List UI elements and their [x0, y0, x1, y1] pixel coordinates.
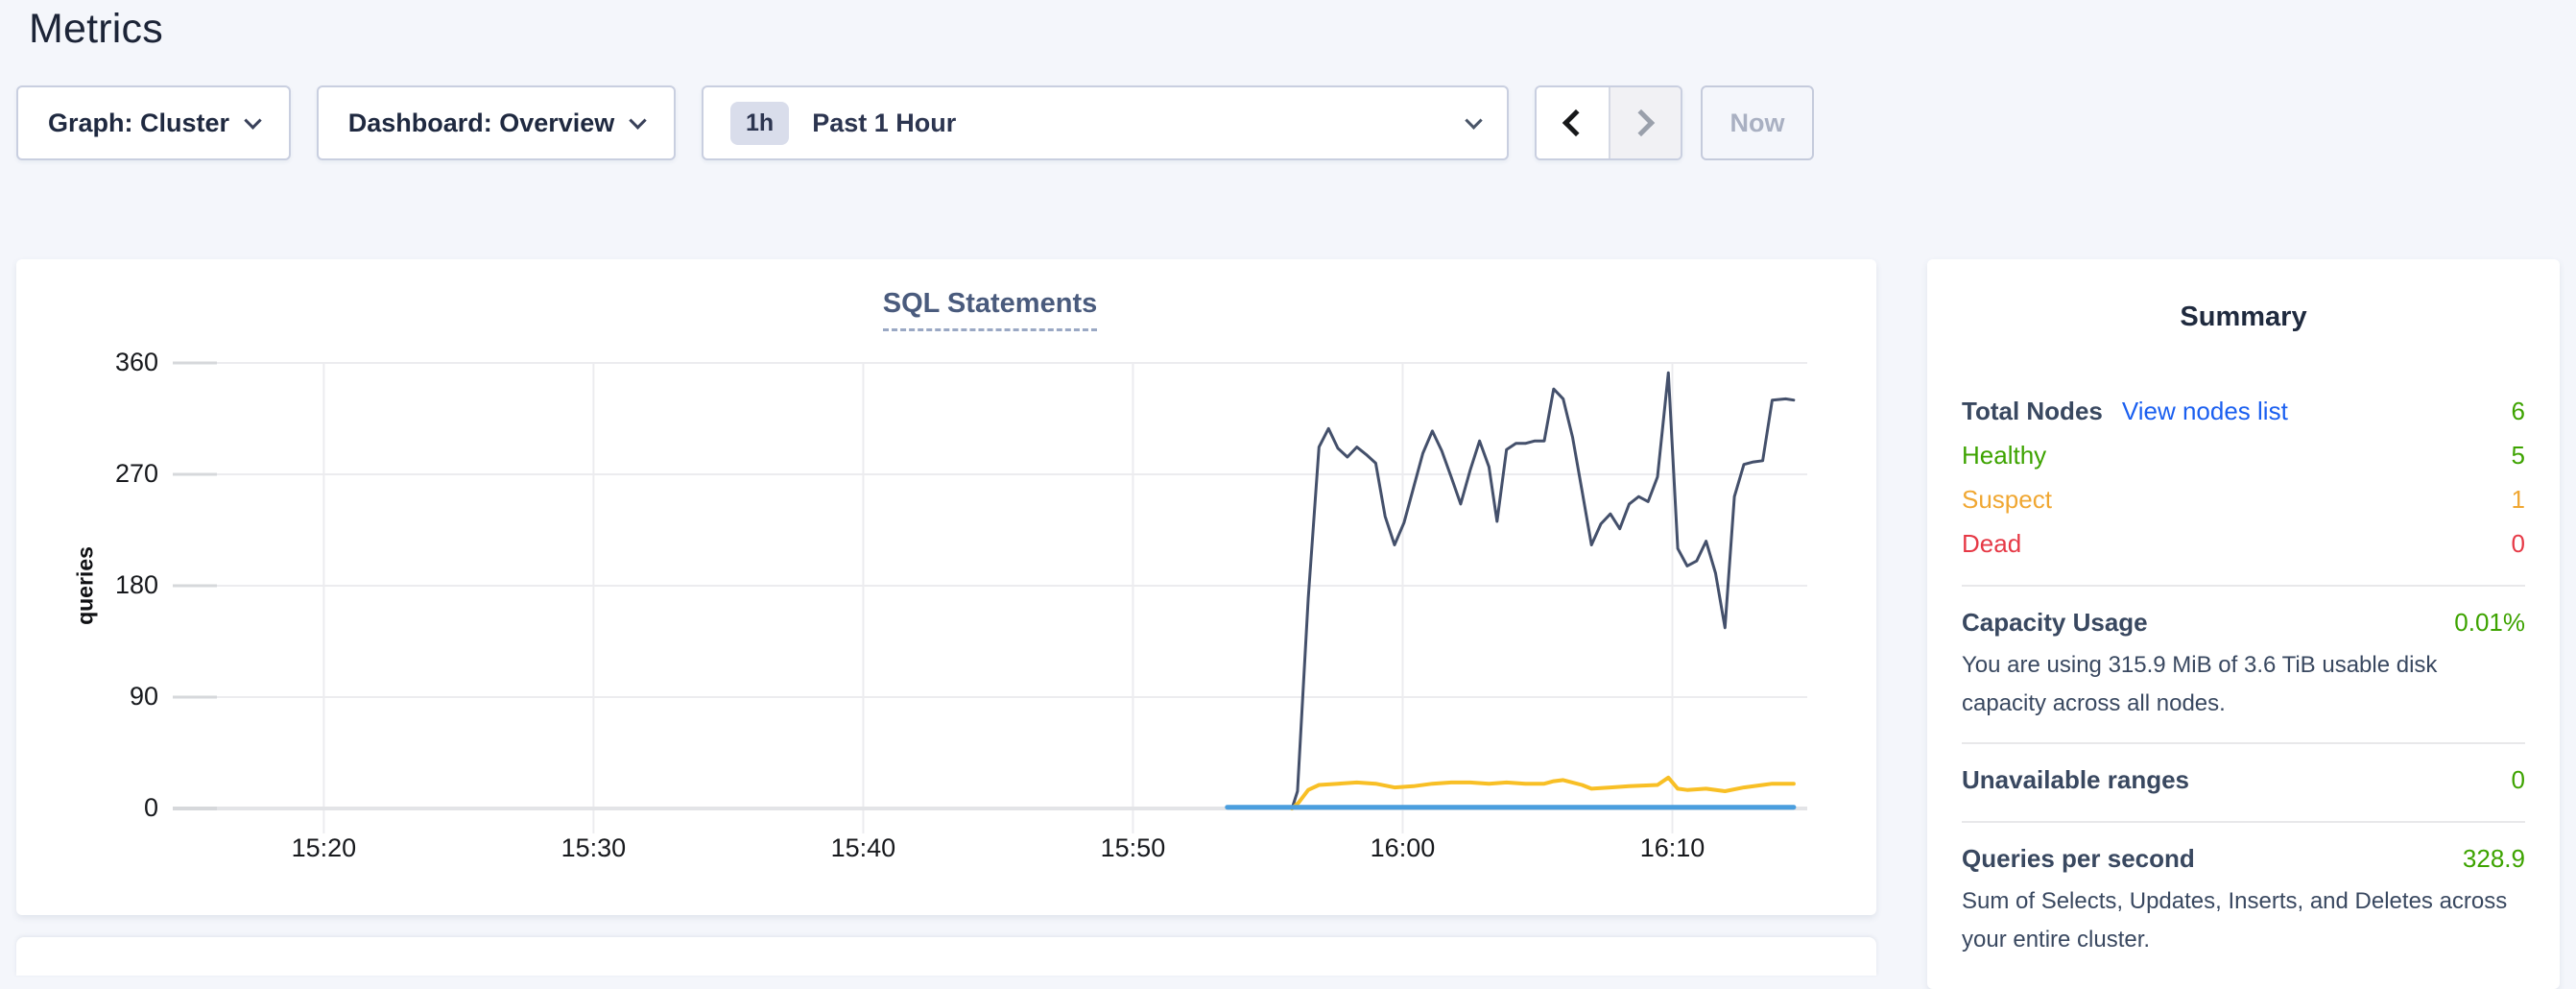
qps-section: Queries per second 328.9 Sum of Selects,… — [1962, 823, 2525, 959]
time-back-button[interactable] — [1537, 87, 1609, 158]
now-button[interactable]: Now — [1701, 85, 1814, 160]
total-nodes-label: Total Nodes — [1962, 397, 2103, 426]
healthy-label: Healthy — [1962, 441, 2046, 470]
view-nodes-list-link[interactable]: View nodes list — [2122, 397, 2288, 426]
dead-nodes-row: Dead 0 — [1962, 521, 2525, 566]
sql-statements-chart-card: SQL Statements queries 15:2015:3015:4015… — [16, 259, 1876, 915]
y-tick-label: 360 — [34, 348, 158, 377]
chart-title[interactable]: SQL Statements — [883, 288, 1097, 331]
qps-label: Queries per second — [1962, 844, 2195, 874]
x-tick-label: 16:00 — [1335, 833, 1469, 863]
unavailable-ranges-label: Unavailable ranges — [1962, 765, 2189, 795]
graph-dropdown-label: Graph: Cluster — [48, 109, 229, 138]
suspect-label: Suspect — [1962, 485, 2052, 515]
summary-title: Summary — [1962, 302, 2525, 333]
chevron-down-icon — [630, 111, 647, 129]
x-tick-label: 15:20 — [256, 833, 391, 863]
chevron-right-icon — [1628, 109, 1655, 136]
y-tick-label: 90 — [34, 682, 158, 712]
dashboard-dropdown[interactable]: Dashboard: Overview — [317, 85, 676, 160]
unavailable-ranges-value: 0 — [2512, 765, 2525, 795]
time-range-picker[interactable]: 1h Past 1 Hour — [702, 85, 1509, 160]
y-tick-label: 0 — [34, 793, 158, 823]
x-tick-label: 15:40 — [796, 833, 930, 863]
chart-plot[interactable] — [173, 363, 1807, 808]
total-nodes-row: Total Nodes View nodes list 6 — [1962, 389, 2525, 433]
y-tick-label: 270 — [34, 459, 158, 489]
x-tick-label: 15:30 — [526, 833, 660, 863]
healthy-value: 5 — [2512, 441, 2525, 470]
unavailable-ranges-section: Unavailable ranges 0 — [1962, 744, 2525, 802]
chevron-down-icon — [244, 111, 261, 129]
series-dark-blue — [1292, 373, 1794, 808]
suspect-nodes-row: Suspect 1 — [1962, 477, 2525, 521]
capacity-usage-label: Capacity Usage — [1962, 608, 2148, 638]
time-range-label: Past 1 Hour — [812, 109, 956, 138]
node-status-block: Total Nodes View nodes list 6 Healthy 5 … — [1962, 389, 2525, 566]
healthy-nodes-row: Healthy 5 — [1962, 433, 2525, 477]
capacity-usage-description: You are using 315.9 MiB of 3.6 TiB usabl… — [1962, 646, 2525, 723]
dashboard-dropdown-label: Dashboard: Overview — [348, 109, 615, 138]
time-forward-button[interactable] — [1609, 87, 1681, 158]
chevron-down-icon — [1465, 111, 1482, 129]
time-range-badge: 1h — [730, 102, 789, 145]
next-chart-card — [16, 937, 1876, 976]
capacity-usage-value: 0.01% — [2454, 608, 2525, 638]
dead-label: Dead — [1962, 529, 2021, 559]
capacity-usage-section: Capacity Usage 0.01% You are using 315.9… — [1962, 587, 2525, 723]
graph-dropdown[interactable]: Graph: Cluster — [16, 85, 291, 160]
summary-panel: Summary Total Nodes View nodes list 6 He… — [1927, 259, 2560, 989]
qps-value: 328.9 — [2463, 844, 2525, 874]
time-nav-group — [1535, 85, 1682, 160]
series-yellow — [1292, 778, 1794, 808]
total-nodes-value: 6 — [2512, 397, 2525, 426]
x-tick-label: 16:10 — [1605, 833, 1739, 863]
x-tick-label: 15:50 — [1065, 833, 1200, 863]
chevron-left-icon — [1562, 109, 1589, 136]
chart-title-row: SQL Statements — [173, 288, 1807, 331]
dead-value: 0 — [2512, 529, 2525, 559]
y-tick-label: 180 — [34, 570, 158, 600]
qps-description: Sum of Selects, Updates, Inserts, and De… — [1962, 882, 2525, 959]
suspect-value: 1 — [2512, 485, 2525, 515]
page-title: Metrics — [29, 6, 163, 53]
